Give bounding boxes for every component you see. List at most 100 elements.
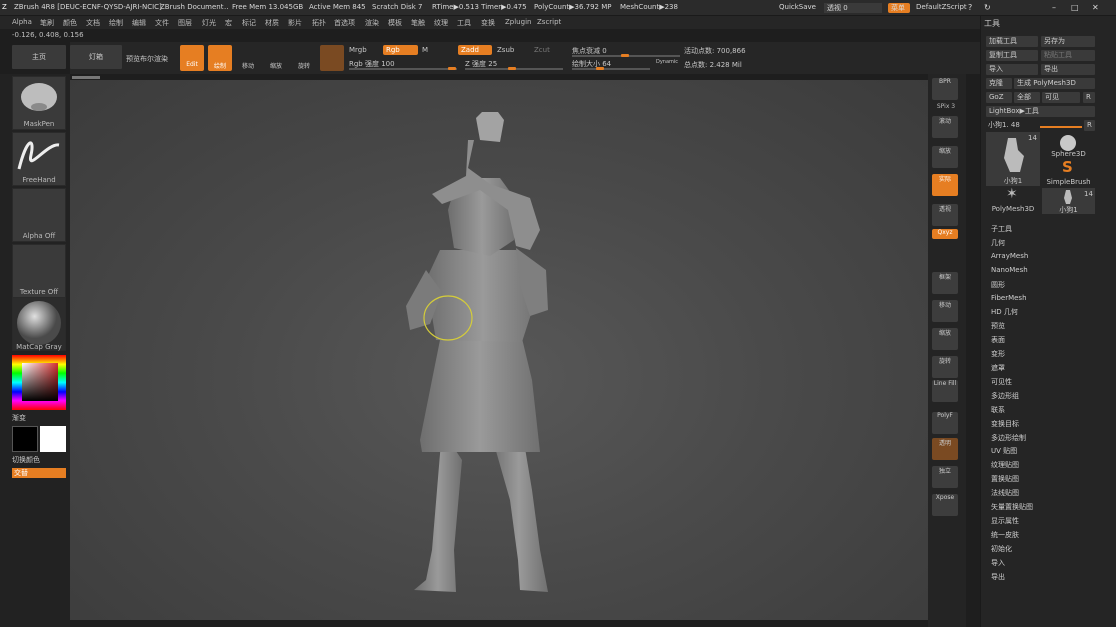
- subpalette-item[interactable]: 可见性: [991, 377, 1012, 387]
- menu-item-8[interactable]: 灯光: [202, 18, 216, 28]
- zadd-toggle[interactable]: Zadd: [458, 45, 492, 55]
- tool-thumb-simplebrush[interactable]: S SimpleBrush: [1042, 158, 1095, 188]
- r2-button[interactable]: R: [1084, 120, 1095, 131]
- main-color-swatch[interactable]: [12, 426, 38, 452]
- menu-item-0[interactable]: Alpha: [12, 18, 32, 26]
- linefill-button[interactable]: Line Fill: [932, 380, 958, 402]
- subpalette-item[interactable]: 纹理贴图: [991, 460, 1019, 470]
- subpalette-item[interactable]: HD 几何: [991, 307, 1018, 317]
- canvas-viewport[interactable]: [70, 76, 928, 620]
- subpalette-item[interactable]: 统一皮肤: [991, 530, 1019, 540]
- focal-shift-knob[interactable]: [621, 54, 629, 57]
- subpalette-item[interactable]: 多边形组: [991, 391, 1019, 401]
- color-saturation-square[interactable]: [22, 363, 58, 401]
- transparency-slider[interactable]: 透视 0: [824, 3, 882, 13]
- menu-item-10[interactable]: 标记: [242, 18, 256, 28]
- menu-item-9[interactable]: 宏: [225, 18, 232, 28]
- switch-color-button[interactable]: 切换颜色: [12, 455, 40, 465]
- spix-label[interactable]: SPix 3: [928, 103, 964, 110]
- maximize-icon[interactable]: □: [1071, 3, 1079, 12]
- subpalette-item[interactable]: 矢量置换贴图: [991, 502, 1033, 512]
- menu-item-13[interactable]: 拓扑: [312, 18, 326, 28]
- menu-item-16[interactable]: 模板: [388, 18, 402, 28]
- paste-tool-button[interactable]: 粘贴工具: [1041, 50, 1095, 61]
- clone-button[interactable]: 克隆: [986, 78, 1012, 89]
- subpalette-item[interactable]: 几何: [991, 238, 1005, 248]
- default-zscript[interactable]: DefaultZScript: [916, 3, 967, 11]
- edit-button[interactable]: Edit: [180, 45, 204, 71]
- zsub-toggle[interactable]: Zsub: [497, 46, 514, 54]
- subpalette-item[interactable]: 遮罩: [991, 363, 1005, 373]
- cycle-icon[interactable]: ↻: [984, 3, 991, 12]
- menu-item-19[interactable]: 工具: [457, 18, 471, 28]
- menu-item-22[interactable]: Zscript: [537, 18, 561, 26]
- tool-thumb-sphere[interactable]: Sphere3D: [1042, 132, 1095, 160]
- move-button[interactable]: 移动: [238, 46, 258, 70]
- frame-button[interactable]: 框架: [932, 272, 958, 294]
- scale-view-button[interactable]: 缩放: [932, 328, 958, 350]
- minimize-icon[interactable]: –: [1052, 3, 1056, 12]
- menu-item-7[interactable]: 图层: [178, 18, 192, 28]
- material-swatch[interactable]: [320, 45, 344, 71]
- subpalette-item[interactable]: 变形: [991, 349, 1005, 359]
- copy-tool-button[interactable]: 复制工具: [986, 50, 1038, 61]
- subpalette-item[interactable]: 法线贴图: [991, 488, 1019, 498]
- rotate-button[interactable]: 旋转: [294, 46, 314, 70]
- menu-button[interactable]: 菜单: [888, 3, 910, 13]
- polyf-button[interactable]: PolyF: [932, 412, 958, 434]
- color-picker[interactable]: [12, 355, 66, 410]
- rotate-view-button[interactable]: 旋转: [932, 356, 958, 378]
- goz-button[interactable]: GoZ: [986, 92, 1012, 103]
- move-view-button[interactable]: 移动: [932, 300, 958, 322]
- scale-button[interactable]: 缩放: [266, 46, 286, 70]
- subpalette-item[interactable]: 变换目标: [991, 419, 1019, 429]
- xyz-button[interactable]: Qxyz: [932, 229, 958, 239]
- home-button[interactable]: 主页: [12, 45, 66, 69]
- secondary-color-swatch[interactable]: [40, 426, 66, 452]
- subpalette-item[interactable]: UV 贴图: [991, 446, 1017, 456]
- z-intensity-knob[interactable]: [508, 67, 516, 70]
- menu-item-4[interactable]: 绘制: [109, 18, 123, 28]
- zcut-toggle[interactable]: Zcut: [534, 46, 550, 54]
- subpalette-item[interactable]: NanoMesh: [991, 266, 1028, 274]
- sculpted-model[interactable]: [70, 80, 928, 620]
- draw-size-knob[interactable]: [596, 67, 604, 70]
- help-icon[interactable]: ?: [968, 3, 972, 12]
- bpr-button[interactable]: BPR: [932, 78, 958, 100]
- export-button[interactable]: 导出: [1041, 64, 1095, 75]
- rgb-toggle[interactable]: Rgb: [383, 45, 418, 55]
- actual-button[interactable]: 实际: [932, 174, 958, 196]
- save-as-button[interactable]: 另存为: [1041, 36, 1095, 47]
- subpalette-item[interactable]: 联系: [991, 405, 1005, 415]
- menu-item-1[interactable]: 笔刷: [40, 18, 54, 28]
- subpalette-item[interactable]: 导出: [991, 572, 1005, 582]
- menu-item-14[interactable]: 首选项: [334, 18, 355, 28]
- subpalette-item[interactable]: 表面: [991, 335, 1005, 345]
- current-tool-slider[interactable]: [1040, 126, 1082, 128]
- current-tool-label[interactable]: 小狗1. 48: [988, 120, 1020, 130]
- xpose-button[interactable]: Xpose: [932, 494, 958, 516]
- m-toggle[interactable]: M: [422, 46, 428, 54]
- rgb-intensity-knob[interactable]: [448, 67, 456, 70]
- transp-button[interactable]: 透明: [932, 438, 958, 460]
- subpalette-item[interactable]: ArrayMesh: [991, 252, 1028, 260]
- lightbox-tools-button[interactable]: LightBox▶工具: [986, 106, 1095, 117]
- make-polymesh-button[interactable]: 生成 PolyMesh3D: [1014, 78, 1095, 89]
- menu-item-5[interactable]: 编辑: [132, 18, 146, 28]
- menu-item-3[interactable]: 文档: [86, 18, 100, 28]
- menu-item-11[interactable]: 材质: [265, 18, 279, 28]
- persp-button[interactable]: 透视: [932, 204, 958, 226]
- quicksave-button[interactable]: QuickSave: [779, 3, 816, 11]
- menu-item-17[interactable]: 笔触: [411, 18, 425, 28]
- draw-button[interactable]: 绘制: [208, 45, 232, 71]
- gradient-label[interactable]: 渐变: [12, 413, 26, 423]
- visible-button[interactable]: 可见: [1042, 92, 1080, 103]
- subpalette-item[interactable]: 子工具: [991, 224, 1012, 234]
- menu-item-6[interactable]: 文件: [155, 18, 169, 28]
- menu-item-15[interactable]: 渲染: [365, 18, 379, 28]
- all-button[interactable]: 全部: [1014, 92, 1040, 103]
- menu-item-12[interactable]: 影片: [288, 18, 302, 28]
- subpalette-item[interactable]: 初始化: [991, 544, 1012, 554]
- alternate-button[interactable]: 交替: [12, 468, 66, 478]
- draw-size-slider[interactable]: [572, 68, 650, 70]
